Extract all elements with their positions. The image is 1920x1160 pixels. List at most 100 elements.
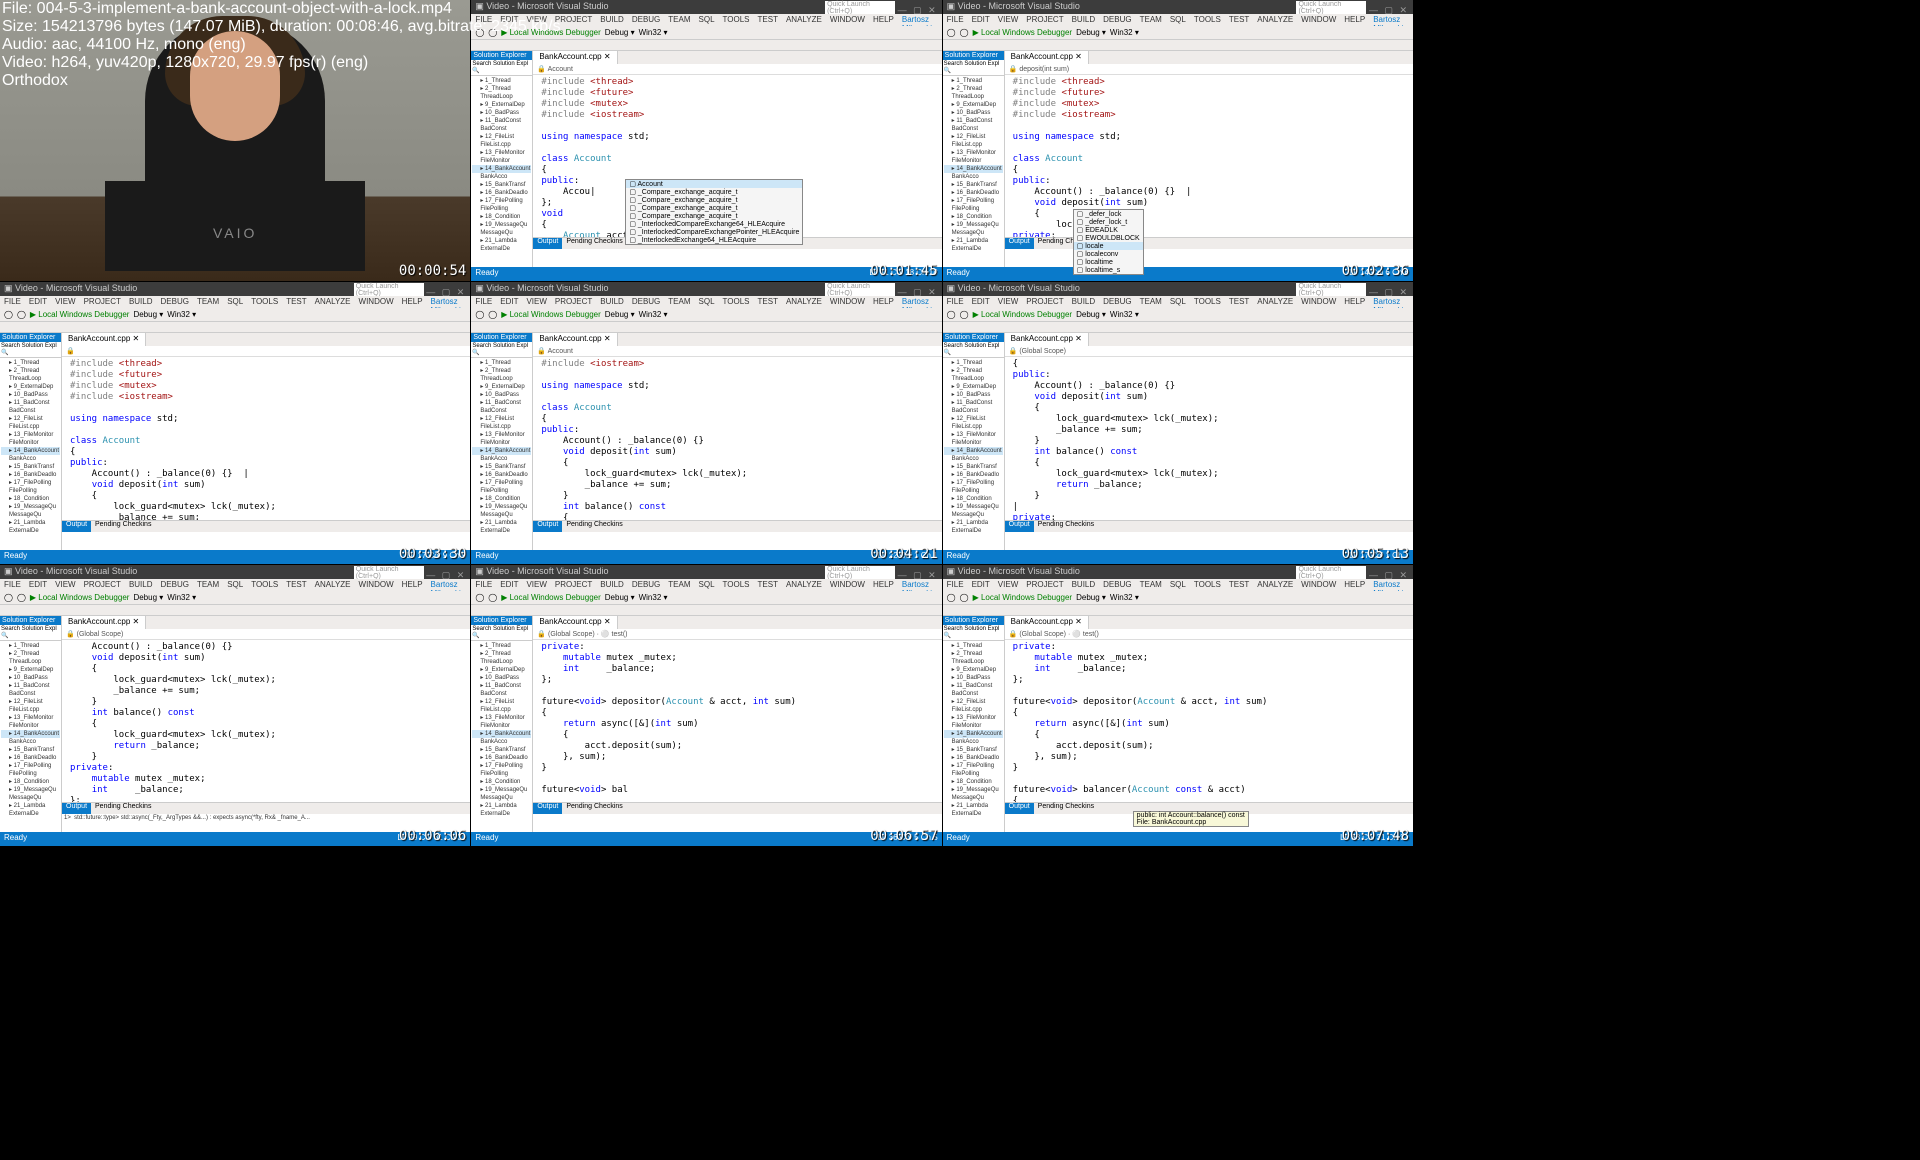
tree-item[interactable]: MessageQu — [472, 511, 531, 519]
config-dropdown[interactable]: Debug ▾ — [605, 28, 635, 37]
menu-debug[interactable]: DEBUG — [632, 297, 660, 307]
search-input[interactable]: Search Solution Expl 🔍 — [943, 342, 1004, 358]
tree-item[interactable]: FileMonitor — [944, 722, 1003, 730]
intellisense-item[interactable]: ▢ _Compare_exchange_acquire_t — [626, 212, 802, 220]
tree-item[interactable]: BadConst — [944, 690, 1003, 698]
intellisense-item[interactable]: ▢ _InterlockedCompareExchange64_HLEAcqui… — [626, 220, 802, 228]
tree-item[interactable]: ▸ 2_Thread — [472, 367, 531, 375]
tree-item[interactable]: ▸ 21_Lambda — [472, 519, 531, 527]
menu-sql[interactable]: SQL — [1170, 580, 1186, 590]
tree-item[interactable]: ▸ 9_ExternalDep — [1, 383, 60, 391]
tree-item[interactable]: BadConst — [472, 125, 531, 133]
menu-view[interactable]: VIEW — [55, 297, 75, 307]
tree-item[interactable]: BankAcco — [472, 738, 531, 746]
nav-back-icon[interactable]: ◯ — [4, 593, 13, 602]
nav-back-icon[interactable]: ◯ — [475, 593, 484, 602]
tree-item[interactable]: ▸ 12_FileList — [944, 415, 1003, 423]
scope-bar[interactable]: 🔒 (Global Scope) · ⚪ test() — [533, 629, 941, 640]
tree-item[interactable]: ExternalDe — [1, 810, 60, 818]
menu-window[interactable]: WINDOW — [1301, 297, 1336, 307]
tree-item[interactable]: BankAcco — [1, 738, 60, 746]
tree-item[interactable]: ▸ 1_Thread — [472, 359, 531, 367]
intellisense-item[interactable]: ▢ EWOULDBLOCK — [1074, 234, 1143, 242]
tree-item[interactable]: ▸ 16_BankDeadlo — [944, 189, 1003, 197]
menu-team[interactable]: TEAM — [668, 580, 690, 590]
menu-debug[interactable]: DEBUG — [1103, 580, 1131, 590]
user-name[interactable]: Bartosz Milewski — [431, 580, 467, 590]
scope-bar[interactable]: 🔒 (Global Scope) · ⚪ test() — [1005, 629, 1413, 640]
tree-item[interactable]: BadConst — [944, 407, 1003, 415]
scope-bar[interactable]: 🔒 (Global Scope) — [1005, 346, 1413, 357]
intellisense-item[interactable]: ▢ _Compare_exchange_acquire_t — [626, 188, 802, 196]
editor-tab[interactable]: BankAccount.cpp ✕ — [62, 616, 146, 629]
menu-view[interactable]: VIEW — [55, 580, 75, 590]
nav-back-icon[interactable]: ◯ — [947, 310, 956, 319]
quick-launch-input[interactable]: Quick Launch (Ctrl+Q) — [354, 566, 424, 580]
tree-item[interactable]: ▸ 15_BankTransf — [472, 181, 531, 189]
menu-build[interactable]: BUILD — [129, 580, 153, 590]
start-debug-button[interactable]: ▶ Local Windows Debugger — [973, 28, 1073, 37]
intellisense-item[interactable]: ▢ _Compare_exchange_acquire_t — [626, 204, 802, 212]
menu-analyze[interactable]: ANALYZE — [315, 580, 351, 590]
tree-item[interactable]: ThreadLoop — [472, 375, 531, 383]
menu-help[interactable]: HELP — [1344, 297, 1365, 307]
menu-analyze[interactable]: ANALYZE — [786, 297, 822, 307]
user-name[interactable]: Bartosz Milewski — [1373, 297, 1409, 307]
pending-checkins-tab[interactable]: Pending Checkins — [91, 521, 155, 532]
tree-item[interactable]: ▸ 15_BankTransf — [1, 463, 60, 471]
menu-test[interactable]: TEST — [286, 580, 306, 590]
tree-item[interactable]: FilePolling — [1, 487, 60, 495]
tree-item[interactable]: ▸ 16_BankDeadlo — [472, 471, 531, 479]
menu-test[interactable]: TEST — [758, 297, 778, 307]
tree-item[interactable]: ▸ 16_BankDeadlo — [472, 754, 531, 762]
tree-item[interactable]: BadConst — [1, 690, 60, 698]
tree-item[interactable]: ▸ 19_MessageQu — [472, 221, 531, 229]
menu-tools[interactable]: TOOLS — [1194, 580, 1221, 590]
menu-window[interactable]: WINDOW — [830, 15, 865, 25]
tree-item[interactable]: ▸ 21_Lambda — [472, 802, 531, 810]
tree-item[interactable]: ▸ 21_Lambda — [1, 802, 60, 810]
tree-item[interactable]: ▸ 9_ExternalDep — [944, 666, 1003, 674]
menu-file[interactable]: FILE — [4, 580, 21, 590]
tree-item[interactable]: ▸ 1_Thread — [472, 642, 531, 650]
tree-item[interactable]: BankAcco — [472, 173, 531, 181]
tree-item[interactable]: ▸ 9_ExternalDep — [944, 383, 1003, 391]
search-input[interactable]: Search Solution Expl 🔍 — [0, 342, 61, 358]
tree-item[interactable]: ▸ 10_BadPass — [944, 391, 1003, 399]
output-tab[interactable]: Output — [62, 803, 91, 814]
tree-item[interactable]: ▸ 15_BankTransf — [472, 746, 531, 754]
intellisense-item[interactable]: ▢ _Compare_exchange_acquire_t — [626, 196, 802, 204]
tree-item[interactable]: FileList.cpp — [944, 423, 1003, 431]
menu-edit[interactable]: EDIT — [500, 580, 518, 590]
start-debug-button[interactable]: ▶ Local Windows Debugger — [30, 593, 130, 602]
menu-test[interactable]: TEST — [1229, 15, 1249, 25]
tree-item[interactable]: ▸ 15_BankTransf — [1, 746, 60, 754]
tree-item[interactable]: ▸ 14_BankAccount — [472, 730, 531, 738]
menu-project[interactable]: PROJECT — [1026, 580, 1063, 590]
tree-item[interactable]: ▸ 12_FileList — [1, 415, 60, 423]
tree-item[interactable]: ▸ 19_MessageQu — [944, 503, 1003, 511]
tree-item[interactable]: FileList.cpp — [1, 706, 60, 714]
tree-item[interactable]: BankAcco — [1, 455, 60, 463]
menu-sql[interactable]: SQL — [1170, 297, 1186, 307]
menu-build[interactable]: BUILD — [600, 580, 624, 590]
tree-item[interactable]: ▸ 18_Condition — [472, 778, 531, 786]
menu-debug[interactable]: DEBUG — [1103, 297, 1131, 307]
nav-back-icon[interactable]: ◯ — [947, 28, 956, 37]
nav-fwd-icon[interactable]: ◯ — [17, 310, 26, 319]
menu-test[interactable]: TEST — [1229, 580, 1249, 590]
menu-file[interactable]: FILE — [947, 15, 964, 25]
tree-item[interactable]: BankAcco — [472, 455, 531, 463]
menu-tools[interactable]: TOOLS — [251, 297, 278, 307]
menu-view[interactable]: VIEW — [998, 580, 1018, 590]
menu-edit[interactable]: EDIT — [972, 580, 990, 590]
menu-build[interactable]: BUILD — [1072, 580, 1096, 590]
quick-launch-input[interactable]: Quick Launch (Ctrl+Q) — [1296, 566, 1366, 580]
nav-back-icon[interactable]: ◯ — [947, 593, 956, 602]
tree-item[interactable]: ThreadLoop — [944, 93, 1003, 101]
menu-build[interactable]: BUILD — [1072, 15, 1096, 25]
search-input[interactable]: Search Solution Expl 🔍 — [943, 625, 1004, 641]
tree-item[interactable]: ▸ 1_Thread — [944, 77, 1003, 85]
start-debug-button[interactable]: ▶ Local Windows Debugger — [501, 310, 601, 319]
menu-help[interactable]: HELP — [1344, 15, 1365, 25]
